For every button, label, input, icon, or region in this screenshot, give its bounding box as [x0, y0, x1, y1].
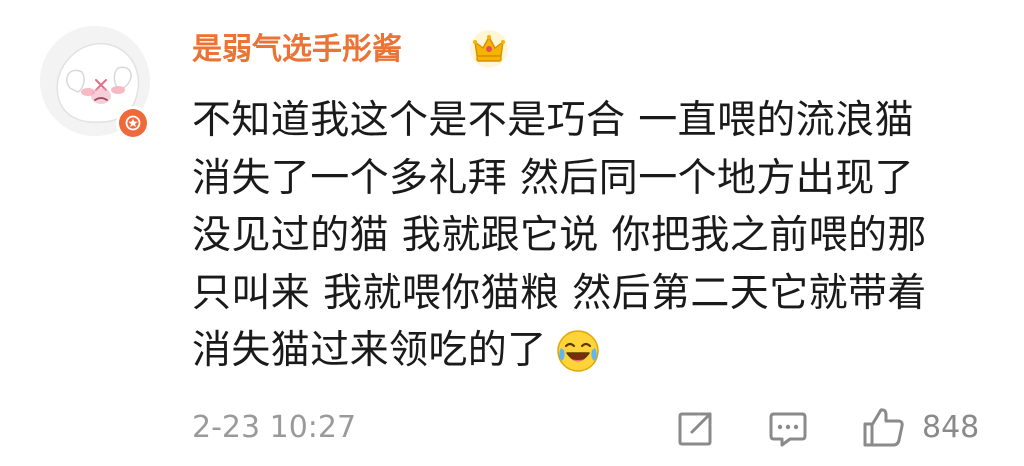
thumbs-up-icon[interactable] [862, 406, 906, 448]
like-count[interactable]: 848 [922, 408, 979, 448]
comment-line-last: 消失猫过来领吃的了 [192, 322, 992, 380]
crown-icon[interactable] [468, 28, 510, 70]
timestamp: 2-23 10:27 [192, 410, 357, 445]
star-icon [125, 115, 141, 131]
comment-line: 消失了一个多礼拜 然后同一个地方出现了 [192, 155, 914, 201]
username[interactable]: 是弱气选手彤酱 [192, 30, 402, 70]
comment-card: 是弱气选手彤酱 不知道我这个是不是巧合 一直喂的流浪猫 消失了一个多礼拜 然后同… [0, 0, 1024, 466]
comment-line: 消失猫过来领吃的了 [192, 328, 547, 373]
share-icon[interactable] [676, 410, 714, 448]
laugh-cry-emoji-icon [556, 330, 599, 372]
verified-badge [116, 106, 150, 140]
comment-line: 只叫来 我就喂你猫粮 然后第二天它就带着 [192, 270, 927, 316]
comment-line: 没见过的猫 我就跟它说 你把我之前喂的那 [192, 213, 927, 258]
comment-icon[interactable] [768, 410, 808, 448]
comment-line: 不知道我这个是不是巧合 一直喂的流浪猫 [192, 98, 914, 143]
avatar-container[interactable] [40, 26, 150, 140]
comment-text: 不知道我这个是不是巧合 一直喂的流浪猫 消失了一个多礼拜 然后同一个地方出现了 … [192, 92, 992, 380]
